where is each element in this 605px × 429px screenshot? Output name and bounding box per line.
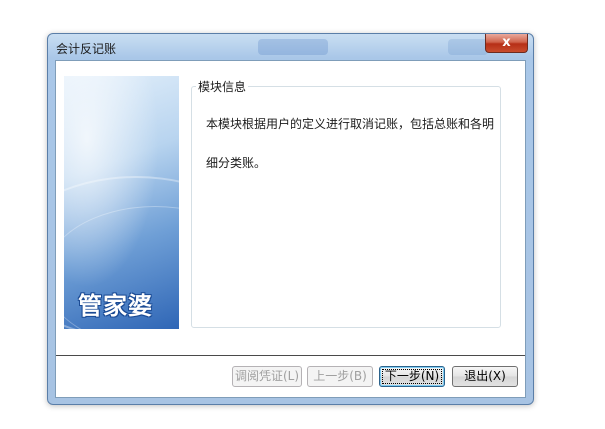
close-button[interactable]: x [485,34,528,53]
view-voucher-label: 调阅凭证(L) [234,369,300,383]
divider [56,355,525,356]
title-bar-glare [258,39,328,55]
brand-banner: 管家婆 [64,76,179,329]
window-title: 会计反记账 [56,42,117,56]
brand-logo: 管家婆 [78,292,153,320]
dialog-content: 管家婆 模块信息 本模块根据用户的定义进行取消记账，包括总账和各明细分类账。 调… [55,60,526,398]
group-title: 模块信息 [196,78,249,95]
module-info-group: 模块信息 本模块根据用户的定义进行取消记账，包括总账和各明细分类账。 [191,78,501,328]
title-bar-glare [448,39,488,55]
next-step-button[interactable]: 下一步(N) [379,366,445,387]
title-bar[interactable]: 会计反记账 x [48,34,533,60]
previous-step-label: 上一步(B) [313,369,367,383]
dialog-window: 会计反记账 x 管家婆 模块信息 本模块根据用户的定义进行取消记账，包括总账和各… [47,33,534,405]
close-icon: x [502,35,511,50]
previous-step-button[interactable]: 上一步(B) [307,366,373,387]
module-description: 本模块根据用户的定义进行取消记账，包括总账和各明细分类账。 [206,117,495,170]
view-voucher-button[interactable]: 调阅凭证(L) [232,366,302,387]
exit-label: 退出(X) [464,369,506,383]
next-step-label: 下一步(N) [382,369,442,384]
exit-button[interactable]: 退出(X) [452,366,518,387]
